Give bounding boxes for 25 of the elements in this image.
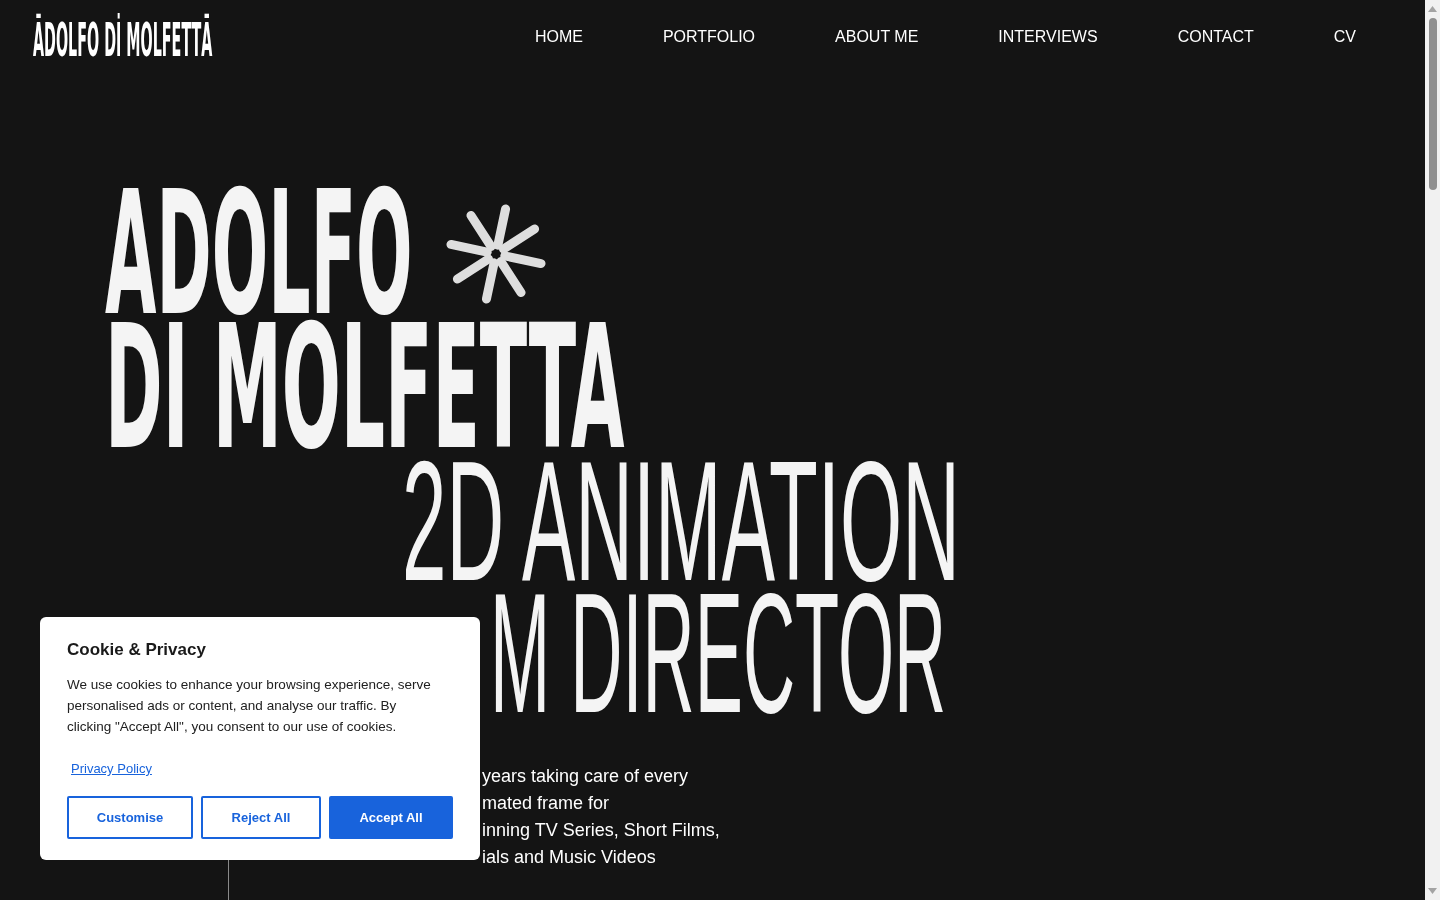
hero-subtitle: M DIRECTOR [490, 587, 947, 719]
dialog-title: Cookie & Privacy [67, 640, 207, 660]
intro-text: inning TV Series, Short Films, [482, 819, 720, 842]
dialog-button[interactable]: Customise [67, 796, 193, 839]
hero-subtitle: 2D ANIMATION [402, 455, 961, 587]
intro-text: ials and Music Videos [482, 846, 656, 869]
nav-link[interactable]: CONTACT [1177, 26, 1254, 48]
dialog-body-text: We use cookies to enhance your browsing experience, serve personalised ads or content, and analyse our traffic. By clicking "Accept All", you consent to our use of cookies. [67, 676, 432, 736]
privacy-policy-link[interactable]: Privacy Policy [71, 761, 152, 776]
hero-title: DI MOLFETTA [105, 321, 625, 455]
dialog-button[interactable]: Reject All [201, 796, 321, 839]
intro-text: mated frame for [482, 792, 610, 815]
asterisk-icon [445, 203, 547, 305]
scrollbar[interactable] [1425, 0, 1440, 900]
site-logo[interactable]: ĀDOLFO Dİ MOLFETTĀ [33, 12, 214, 68]
nav-link[interactable]: INTERVIEWS [998, 26, 1098, 48]
nav-link[interactable]: CV [1333, 26, 1356, 48]
nav-link[interactable]: PORTFOLIO [662, 26, 756, 48]
scroll-up-icon[interactable] [1428, 6, 1437, 12]
nav-link[interactable]: HOME [534, 26, 583, 48]
scroll-down-icon[interactable] [1428, 888, 1437, 894]
nav-link[interactable]: ABOUT ME [835, 26, 919, 48]
accept-button[interactable]: Accept All [329, 796, 453, 839]
scrollbar-thumb[interactable] [1428, 18, 1437, 190]
intro-text: years taking care of every [482, 765, 689, 788]
